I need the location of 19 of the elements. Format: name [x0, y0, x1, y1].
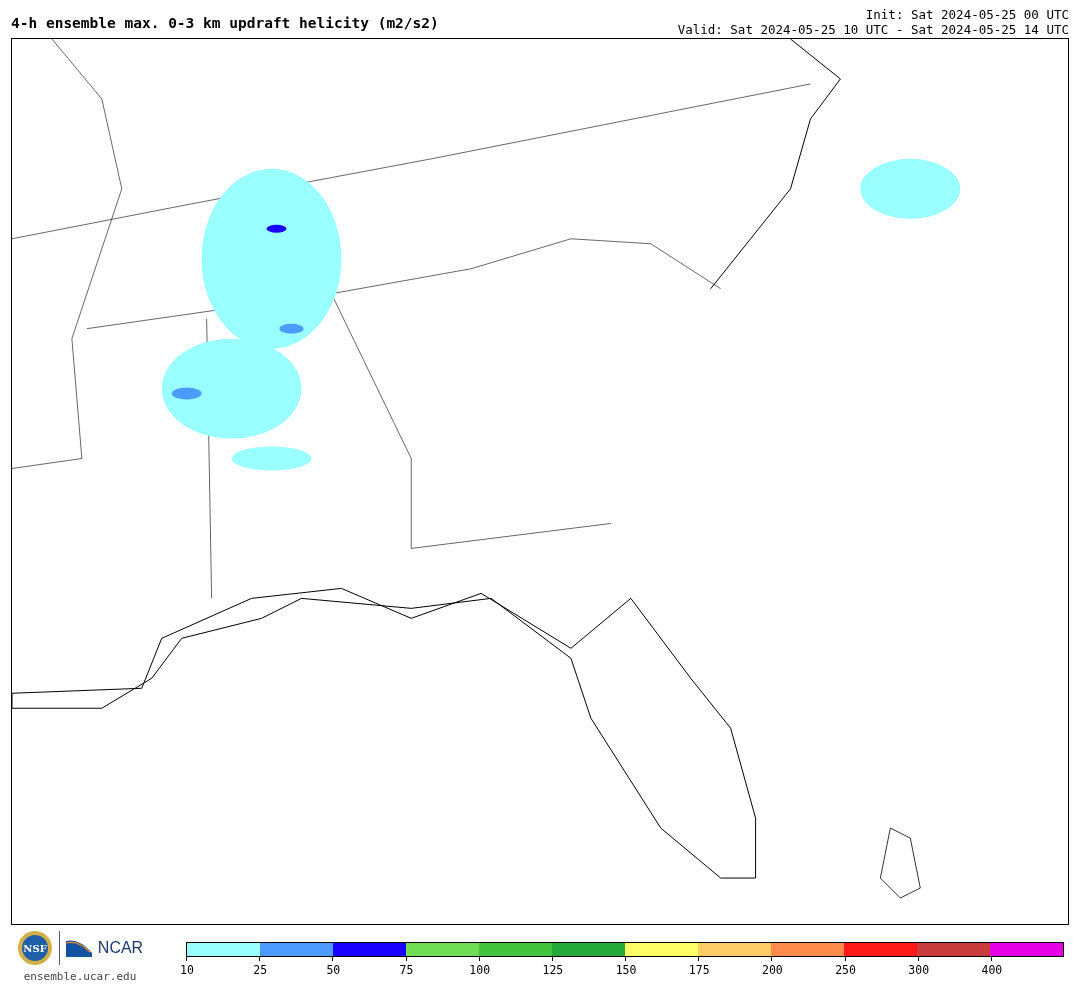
tick-label: 175: [688, 963, 710, 977]
tick-label: 250: [835, 963, 856, 977]
site-address: ensemble.ucar.edu: [23, 970, 137, 983]
tick-label: 300: [908, 963, 930, 977]
init-time: Init: Sat 2024-05-25 00 UTC: [865, 7, 1069, 22]
ncar-emblem-icon: [65, 939, 92, 957]
tick-label: 400: [981, 963, 1003, 977]
tick-label: 150: [615, 963, 637, 977]
tick-label: 200: [762, 963, 783, 977]
chart-title: 4-h ensemble max. 0-3 km updraft helicity (m2/s2): [11, 14, 439, 31]
valid-time: Valid: Sat 2024-05-25 10 UTC - Sat 2024-05-25 14 UTC: [677, 22, 1069, 37]
tick-label: 75: [399, 963, 414, 977]
ncar-logo: NCAR: [97, 939, 144, 957]
tick-label: 25: [253, 963, 268, 977]
tick-label: 50: [326, 963, 341, 977]
tick-label: 100: [469, 963, 491, 977]
tick-label: 10: [180, 963, 194, 977]
tick-label: 125: [542, 963, 564, 977]
nsf-logo: NSF: [16, 930, 53, 966]
